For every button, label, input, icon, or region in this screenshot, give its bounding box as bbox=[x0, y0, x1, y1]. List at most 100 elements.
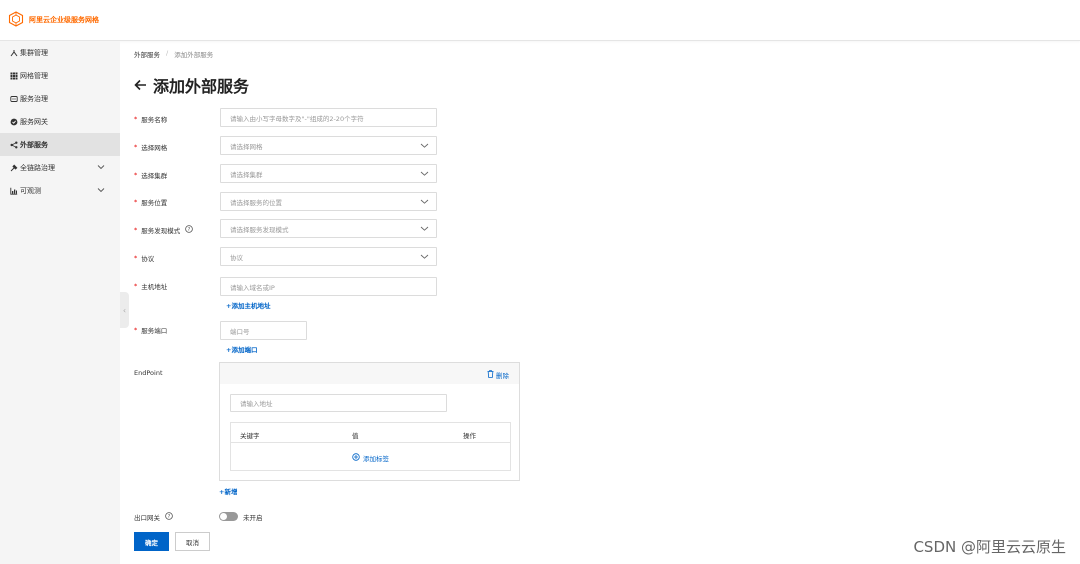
chevron-down-icon bbox=[97, 164, 105, 172]
help-icon[interactable]: ? bbox=[185, 225, 194, 235]
endpoint-delete-label: 删除 bbox=[496, 372, 509, 380]
protocol-placeholder: 协议 bbox=[230, 253, 243, 262]
sidebar-item-observability[interactable]: 可观测 bbox=[0, 179, 120, 202]
endpoint-panel-header: 删除 bbox=[220, 363, 519, 384]
tool-icon bbox=[9, 163, 18, 172]
egress-toggle[interactable] bbox=[219, 512, 238, 521]
sidebar-item-cluster[interactable]: 集群管理 bbox=[0, 41, 120, 64]
gateway-icon bbox=[9, 117, 18, 126]
service-name-label-text: 服务名称 bbox=[141, 116, 168, 124]
watermark: CSDN @阿里云云原生 bbox=[913, 538, 1066, 556]
logo[interactable]: 阿里云企业级服务网格 bbox=[8, 11, 99, 29]
host-label: * 主机地址 bbox=[134, 281, 167, 291]
grid-icon bbox=[9, 71, 18, 80]
discovery-placeholder: 请选择服务发现模式 bbox=[230, 225, 289, 234]
endpoint-label-text: EndPoint bbox=[134, 369, 163, 377]
trash-icon bbox=[487, 370, 494, 380]
port-label-text: 服务端口 bbox=[141, 327, 168, 335]
required-mark: * bbox=[134, 282, 138, 290]
discovery-label-text: 服务发现模式 bbox=[141, 227, 181, 235]
egress-status: 未开启 bbox=[243, 514, 263, 522]
plus-circle-icon bbox=[352, 453, 360, 463]
service-name-input[interactable]: 请输入由小写字母数字及"-"组成的2-20个字符 bbox=[220, 108, 437, 127]
required-mark: * bbox=[134, 254, 138, 262]
column-header-key: 关键字 bbox=[240, 432, 260, 440]
discovery-select[interactable]: 请选择服务发现模式 bbox=[220, 219, 437, 238]
endpoint-address-placeholder: 请输入地址 bbox=[240, 400, 273, 408]
location-label-text: 服务位置 bbox=[141, 199, 168, 207]
add-tag-button[interactable]: 添加标签 bbox=[231, 453, 510, 463]
sidebar-item-full-link-governance[interactable]: 全链路治理 bbox=[0, 156, 120, 179]
add-endpoint-link[interactable]: +新增 bbox=[219, 486, 237, 496]
sidebar-item-label: 服务网关 bbox=[20, 117, 48, 126]
egress-label-text: 出口网关 bbox=[134, 514, 160, 522]
cluster-label-text: 选择集群 bbox=[141, 172, 168, 180]
governance-icon bbox=[9, 94, 18, 103]
add-port-link[interactable]: +添加端口 bbox=[226, 344, 257, 354]
required-mark: * bbox=[134, 143, 138, 151]
chevron-down-icon bbox=[420, 225, 429, 234]
endpoint-panel: 删除 请输入地址 关键字 值 操作 添加标签 bbox=[219, 362, 520, 481]
protocol-select[interactable]: 协议 bbox=[220, 247, 437, 266]
protocol-label: * 协议 bbox=[134, 253, 154, 263]
egress-label: 出口网关 ? bbox=[134, 512, 173, 522]
port-placeholder: 端口号 bbox=[230, 327, 250, 336]
page-title-text: 添加外部服务 bbox=[153, 77, 250, 96]
add-host-link[interactable]: +添加主机地址 bbox=[226, 300, 270, 310]
svg-text:?: ? bbox=[168, 514, 171, 520]
required-mark: * bbox=[134, 115, 138, 123]
discovery-label: * 服务发现模式 ? bbox=[134, 225, 194, 235]
svg-text:?: ? bbox=[188, 227, 191, 233]
breadcrumb-separator: / bbox=[166, 49, 169, 57]
column-header-action: 操作 bbox=[463, 432, 476, 440]
mesh-logo-icon bbox=[8, 11, 24, 29]
sidebar-collapse-handle[interactable]: ‹ bbox=[120, 292, 129, 328]
chevron-down-icon bbox=[97, 187, 105, 195]
host-input[interactable]: 请输入域名或IP bbox=[220, 277, 437, 296]
location-select[interactable]: 请选择服务的位置 bbox=[220, 192, 437, 211]
cancel-button[interactable]: 取消 bbox=[175, 532, 210, 551]
cluster-icon bbox=[9, 48, 18, 57]
chevron-down-icon bbox=[420, 198, 429, 207]
host-label-text: 主机地址 bbox=[141, 283, 168, 291]
endpoint-address-input[interactable]: 请输入地址 bbox=[230, 394, 447, 412]
breadcrumb-parent[interactable]: 外部服务 bbox=[134, 49, 160, 59]
chart-icon bbox=[9, 186, 18, 195]
sidebar-item-mesh[interactable]: 网格管理 bbox=[0, 64, 120, 87]
required-mark: * bbox=[134, 171, 138, 179]
sidebar-item-label: 外部服务 bbox=[20, 140, 48, 149]
endpoint-delete-button[interactable]: 删除 bbox=[487, 370, 509, 380]
chevron-down-icon bbox=[420, 170, 429, 179]
mesh-select[interactable]: 请选择网格 bbox=[220, 136, 437, 155]
host-placeholder: 请输入域名或IP bbox=[230, 283, 275, 292]
help-icon[interactable]: ? bbox=[165, 512, 173, 522]
protocol-label-text: 协议 bbox=[141, 255, 155, 263]
service-name-label: * 服务名称 bbox=[134, 114, 167, 124]
cluster-select[interactable]: 请选择集群 bbox=[220, 164, 437, 183]
page-title: 添加外部服务 bbox=[134, 73, 249, 97]
sidebar-item-gateway[interactable]: 服务网关 bbox=[0, 110, 120, 133]
mesh-label-text: 选择网格 bbox=[141, 144, 168, 152]
required-mark: * bbox=[134, 326, 138, 334]
chevron-left-icon: ‹ bbox=[122, 305, 127, 315]
sidebar-item-label: 全链路治理 bbox=[20, 163, 55, 172]
sidebar-item-label: 可观测 bbox=[20, 186, 41, 195]
arrow-left-icon[interactable] bbox=[134, 76, 147, 95]
cluster-label: * 选择集群 bbox=[134, 170, 167, 180]
service-name-placeholder: 请输入由小写字母数字及"-"组成的2-20个字符 bbox=[230, 114, 364, 123]
toggle-knob bbox=[220, 513, 227, 520]
required-mark: * bbox=[134, 226, 138, 234]
sidebar-item-label: 集群管理 bbox=[20, 48, 48, 57]
sidebar-item-label: 服务治理 bbox=[20, 94, 48, 103]
port-input[interactable]: 端口号 bbox=[220, 321, 307, 340]
sidebar-item-external-service[interactable]: 外部服务 bbox=[0, 133, 120, 156]
confirm-button[interactable]: 确定 bbox=[134, 532, 169, 551]
port-label: * 服务端口 bbox=[134, 325, 167, 335]
share-icon bbox=[9, 140, 18, 149]
cluster-placeholder: 请选择集群 bbox=[230, 170, 263, 179]
location-placeholder: 请选择服务的位置 bbox=[230, 198, 282, 207]
sidebar-item-governance[interactable]: 服务治理 bbox=[0, 87, 120, 110]
location-label: * 服务位置 bbox=[134, 197, 167, 207]
column-header-value: 值 bbox=[352, 432, 359, 440]
sidebar: 集群管理 网格管理 服务治理 服务网关 外部服务 全链路治理 可观测 bbox=[0, 41, 120, 564]
